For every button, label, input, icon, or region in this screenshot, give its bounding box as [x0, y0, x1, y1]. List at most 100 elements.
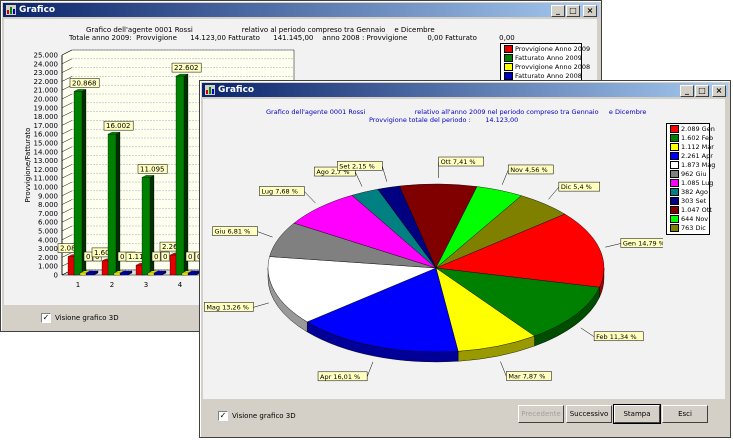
bar — [107, 134, 117, 276]
pie-legend-item: 1.085 Lug — [667, 178, 713, 187]
close-button[interactable]: × — [712, 85, 726, 97]
previous-button[interactable]: Precedente — [518, 405, 564, 423]
pie-legend-swatch — [670, 178, 679, 187]
pie-legend-swatch — [670, 124, 679, 133]
pie-label-leader — [355, 171, 363, 187]
close-button[interactable]: × — [583, 5, 597, 17]
pie-3d-checkbox-box[interactable]: ✓ — [218, 411, 228, 421]
pie-label-leader — [257, 231, 273, 238]
bar-legend-swatch — [504, 62, 513, 71]
pie-legend-swatch — [670, 151, 679, 160]
bar-data-label: 20.868 — [72, 79, 97, 87]
bar-y-tick-label: 12.000 — [34, 166, 59, 174]
bar-y-tick-label: 14.000 — [34, 148, 59, 156]
bar-y-tick-label: 13.000 — [34, 157, 59, 165]
bar-legend-item: Fatturato Anno 2009 — [501, 53, 582, 62]
bar — [175, 75, 185, 276]
bar-y-tick-label: 24.000 — [34, 60, 59, 68]
pie-legend-label: 1.047 Ott — [681, 205, 712, 214]
pie-legend-label: 962 Giu — [681, 169, 707, 178]
pie-legend-label: 1.602 Feb — [681, 133, 714, 142]
bar-window-titlebar[interactable]: Grafico _ □ × — [3, 3, 599, 17]
pie-legend-swatch — [670, 205, 679, 214]
pie-legend-item: 1.602 Feb — [667, 133, 713, 142]
bar-y-tick-label: 0 — [54, 272, 58, 280]
app-icon — [205, 85, 215, 95]
bar-side — [183, 73, 189, 276]
bar-data-label: 11.095 — [140, 165, 165, 173]
maximize-button[interactable]: □ — [695, 85, 709, 97]
bar-data-label: 0 — [188, 253, 192, 261]
next-button[interactable]: Successivo — [566, 405, 612, 423]
pie-legend-item: 763 Dic — [667, 223, 709, 232]
pie-window-titlebar[interactable]: Grafico _ □ × — [202, 83, 728, 97]
bar — [119, 272, 129, 276]
bar — [141, 177, 151, 276]
pie-chart: Gen 14,79 % Feb 11,34 % Mar 7,87 % Apr 16,0… — [204, 156, 663, 382]
bar-x-tick-label: 4 — [178, 281, 183, 289]
bar-y-tick-label: 2.000 — [38, 254, 58, 262]
bar-y-tick-label: 21.000 — [34, 87, 59, 95]
bar-legend-label: Provvigione Anno 2008 — [515, 62, 591, 71]
bar-3d-checkbox[interactable]: ✓ Visione grafico 3D — [41, 313, 119, 323]
bar — [187, 272, 197, 276]
pie-legend-item: 644 Nov — [667, 214, 709, 223]
exit-button[interactable]: Esci — [662, 405, 708, 423]
bar-y-tick-label: 23.000 — [34, 69, 59, 77]
pie-data-label: Dic 5,4 % — [561, 183, 592, 191]
bar-y-tick-label: 22.000 — [34, 78, 59, 86]
pie-data-label: Giu 6,81 % — [215, 228, 251, 236]
pie-chart-legend: 2.089 Gen 1.602 Feb 1.112 Mar 2.261 Apr 1.87… — [666, 123, 715, 235]
pie-legend-item: 962 Giu — [667, 169, 709, 178]
pie-label-leader — [304, 191, 316, 204]
bar-y-axis-title: Provvigione/Fatturato — [24, 128, 32, 203]
bar-y-tick-label: 7.000 — [38, 210, 58, 218]
bar-y-tick-label: 15.000 — [34, 140, 59, 148]
bar-legend-swatch — [504, 53, 513, 62]
bar-data-label: 22.602 — [174, 64, 199, 72]
pie-legend-swatch — [670, 196, 679, 205]
pie-legend-item: 382 Ago — [667, 187, 709, 196]
bar-3d-checkbox-box[interactable]: ✓ — [41, 313, 51, 323]
bar-chart-legend: Provvigione Anno 2009 Fatturato Anno 2009… — [500, 43, 590, 83]
pie-legend-label: 1.873 Mag — [681, 160, 716, 169]
minimize-button[interactable]: _ — [551, 5, 565, 17]
pie-legend-swatch — [670, 169, 679, 178]
pie-legend-label: 1.112 Mar — [681, 142, 714, 151]
pie-legend-item: 2.089 Gen — [667, 124, 715, 133]
bar-legend-item: Fatturato Anno 2008 — [501, 71, 582, 80]
bar-legend-label: Provvigione Anno 2009 — [515, 44, 591, 53]
maximize-button[interactable]: □ — [566, 5, 580, 17]
pie-label-leader — [366, 361, 374, 377]
bar-y-tick-label: 5.000 — [38, 228, 58, 236]
bar-data-label: 0 — [120, 253, 124, 261]
bar-3d-checkbox-label: Visione grafico 3D — [55, 314, 119, 322]
print-button[interactable]: Stampa — [613, 404, 661, 424]
pie-data-label: Ott 7,41 % — [441, 158, 476, 166]
pie-legend-item: 2.261 Apr — [667, 151, 713, 160]
bar-side — [81, 89, 87, 276]
pie-3d-checkbox-label: Visione grafico 3D — [232, 412, 296, 420]
bar-window-title: Grafico — [19, 5, 56, 15]
bar-data-label: 0 — [163, 253, 167, 261]
bar-y-tick-label: 6.000 — [38, 219, 58, 227]
bar-y-tick-label: 20.000 — [34, 96, 59, 104]
pie-label-leader — [500, 361, 507, 377]
pie-legend-label: 2.089 Gen — [681, 124, 715, 133]
minimize-button[interactable]: _ — [680, 85, 694, 97]
pie-label-leader — [382, 166, 388, 182]
bar-y-tick-label: 16.000 — [34, 131, 59, 139]
pie-legend-label: 763 Dic — [681, 223, 706, 232]
pie-legend-label: 303 Set — [681, 196, 707, 205]
pie-legend-item: 1.873 Mag — [667, 160, 715, 169]
bar-legend-label: Fatturato Anno 2008 — [515, 71, 582, 80]
pie-3d-checkbox[interactable]: ✓ Visione grafico 3D — [218, 411, 296, 421]
pie-data-label: Feb 11,34 % — [596, 333, 636, 341]
pie-legend-item: 303 Set — [667, 196, 709, 205]
pie-legend-label: 382 Ago — [681, 187, 709, 196]
bar-x-tick-label: 2 — [110, 281, 114, 289]
pie-legend-swatch — [670, 187, 679, 196]
pie-data-label: Set 2,15 % — [339, 162, 374, 170]
pie-data-label: Nov 4,56 % — [510, 166, 547, 174]
bar-legend-label: Fatturato Anno 2009 — [515, 53, 582, 62]
